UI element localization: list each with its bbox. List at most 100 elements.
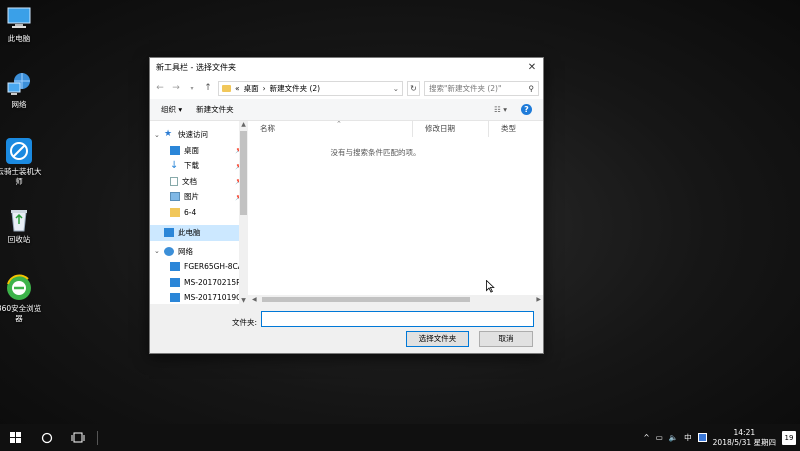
- nav-label: MS-20170215P: [184, 277, 241, 287]
- network-icon: [5, 70, 33, 98]
- nav-item-desktop[interactable]: 桌面 📌: [150, 143, 248, 159]
- volume-icon[interactable]: 🔈: [669, 433, 678, 442]
- nav-label: 网络: [178, 246, 193, 256]
- windows-logo-icon: [10, 432, 21, 443]
- desktop-icon-360-browser[interactable]: 360安全浏览器: [0, 274, 42, 324]
- search-input[interactable]: 搜索"新建文件夹 (2)" ⚲: [424, 80, 539, 96]
- folder-input[interactable]: [261, 311, 534, 327]
- nav-item-pictures[interactable]: 图片 📌: [150, 189, 248, 205]
- yunqishi-icon: [5, 137, 33, 165]
- empty-message: 没有与搜索条件匹配的项。: [330, 148, 421, 157]
- clock-time: 14:21: [733, 427, 756, 437]
- nav-vertical-scrollbar[interactable]: ▲ ▼: [239, 121, 248, 304]
- column-modified-date[interactable]: 修改日期: [413, 120, 489, 137]
- desktop-icon-this-pc[interactable]: 此电脑: [0, 4, 42, 44]
- breadcrumb-overflow[interactable]: «: [235, 84, 240, 93]
- desktop-icon-yunqishi[interactable]: 云骑士装机大师: [0, 137, 42, 187]
- network-status-icon[interactable]: ▭: [656, 433, 663, 442]
- computer-icon: [170, 262, 180, 272]
- search-icon: ⚲: [528, 83, 535, 93]
- star-icon: ★: [164, 129, 173, 140]
- new-folder-button[interactable]: 新建文件夹: [196, 104, 234, 115]
- search-placeholder: 搜索"新建文件夹 (2)": [429, 83, 502, 93]
- input-method-icon[interactable]: [697, 433, 707, 442]
- nav-label: 下载: [184, 161, 199, 171]
- nav-this-pc[interactable]: 此电脑: [150, 225, 248, 241]
- download-icon: ↓: [170, 160, 179, 172]
- clock[interactable]: 14:21 2018/5/31 星期四: [713, 428, 776, 448]
- scroll-left-icon[interactable]: ◀: [252, 295, 257, 304]
- nav-network-item[interactable]: FGER65GH-8CA: [150, 259, 248, 275]
- breadcrumb-separator: ›: [262, 83, 266, 93]
- scrollbar-thumb[interactable]: [240, 131, 247, 215]
- dialog-titlebar[interactable]: 新工具栏 - 选择文件夹 ✕: [150, 58, 543, 77]
- ime-indicator[interactable]: 中: [684, 432, 692, 443]
- picture-icon: [170, 192, 180, 202]
- refresh-icon[interactable]: ↻: [407, 80, 420, 96]
- action-center-icon[interactable]: 19: [782, 430, 796, 445]
- folder-label: 文件夹:: [232, 318, 258, 327]
- document-icon: [170, 176, 178, 186]
- nav-item-6-4[interactable]: 6-4: [150, 205, 248, 221]
- view-options-icon[interactable]: ☷ ▾: [494, 105, 507, 114]
- file-list-pane[interactable]: ⌃ 名称 修改日期 类型 没有与搜索条件匹配的项。 ◀ ▶: [248, 120, 543, 304]
- column-name[interactable]: 名称: [248, 120, 413, 137]
- nav-label: FGER65GH-8CA: [184, 262, 243, 272]
- desktop-icon-network[interactable]: 网络: [0, 70, 42, 110]
- scroll-down-icon[interactable]: ▼: [239, 297, 248, 304]
- nav-label: MS-20171019C: [184, 293, 242, 303]
- taskbar: ^ ▭ 🔈 中 14:21 2018/5/31 星期四 19: [0, 424, 800, 451]
- select-folder-dialog: 新工具栏 - 选择文件夹 ✕ ← → ▾ ↑ « 桌面 › 新建文件夹 (2) …: [149, 57, 544, 354]
- task-view-icon: [71, 432, 84, 443]
- clock-date: 2018/5/31 星期四: [712, 437, 776, 447]
- nav-item-download[interactable]: ↓ 下载 📌: [150, 158, 248, 174]
- 360-browser-icon: [5, 274, 33, 302]
- nav-item-documents[interactable]: 文档 📌: [150, 174, 248, 190]
- scrollbar-thumb[interactable]: [262, 297, 470, 302]
- nav-quick-access[interactable]: ⌄ ★ 快速访问: [150, 127, 248, 143]
- chevron-expanded-icon[interactable]: ⌄: [154, 131, 164, 139]
- nav-network-item[interactable]: MS-20171019C: [150, 290, 248, 304]
- computer-icon: [170, 293, 180, 303]
- dropdown-recent-icon[interactable]: ▾: [186, 85, 198, 92]
- nav-label: 此电脑: [178, 228, 201, 238]
- desktop-icon-label: 网络: [11, 100, 27, 109]
- scroll-up-icon[interactable]: ▲: [239, 121, 248, 128]
- desktop-icon-label: 云骑士装机大师: [0, 167, 42, 186]
- select-folder-button[interactable]: 选择文件夹: [406, 331, 469, 347]
- breadcrumb-current[interactable]: 新建文件夹 (2): [270, 83, 321, 94]
- address-bar[interactable]: « 桌面 › 新建文件夹 (2) ⌄: [218, 80, 403, 96]
- close-icon[interactable]: ✕: [521, 62, 543, 73]
- content-panes: ⌄ ★ 快速访问 桌面 📌 ↓ 下载 📌 文档 📌 图片: [150, 120, 543, 304]
- cancel-button[interactable]: 取消: [479, 331, 533, 347]
- mouse-cursor-icon: [486, 280, 495, 293]
- folder-icon: [170, 207, 180, 217]
- nav-label: 6-4: [184, 207, 197, 217]
- desktop-icon-label: 此电脑: [7, 34, 31, 43]
- forward-arrow-icon[interactable]: →: [170, 83, 182, 93]
- start-button[interactable]: [0, 424, 31, 451]
- desktop-icon-recycle-bin[interactable]: 回收站: [0, 205, 42, 245]
- cortana-button[interactable]: [31, 424, 62, 451]
- nav-network-item[interactable]: MS-20170215P: [150, 275, 248, 291]
- desktop-icon-label: 360安全浏览器: [0, 304, 42, 323]
- scroll-right-icon[interactable]: ▶: [536, 295, 541, 304]
- task-view-button[interactable]: [62, 424, 93, 451]
- column-type[interactable]: 类型: [489, 121, 541, 137]
- help-icon[interactable]: ?: [521, 104, 532, 115]
- navigation-pane: ⌄ ★ 快速访问 桌面 📌 ↓ 下载 📌 文档 📌 图片: [150, 121, 248, 304]
- up-arrow-icon[interactable]: ↑: [202, 83, 214, 93]
- chevron-up-icon[interactable]: ^: [643, 433, 649, 442]
- computer-icon: [5, 4, 33, 32]
- breadcrumb-desktop[interactable]: 桌面: [244, 83, 259, 94]
- recycle-bin-icon: [5, 205, 33, 233]
- chevron-down-icon[interactable]: ⌄: [393, 84, 399, 93]
- file-horizontal-scrollbar[interactable]: ◀ ▶: [248, 295, 543, 304]
- chevron-expanded-icon[interactable]: ⌄: [154, 247, 164, 255]
- organize-button[interactable]: 组织 ▾: [161, 104, 182, 115]
- nav-network[interactable]: ⌄ 网络: [150, 244, 248, 260]
- back-arrow-icon[interactable]: ←: [154, 83, 166, 93]
- computer-icon: [164, 228, 174, 238]
- nav-label: 文档: [182, 176, 197, 186]
- folder-icon: [222, 84, 231, 92]
